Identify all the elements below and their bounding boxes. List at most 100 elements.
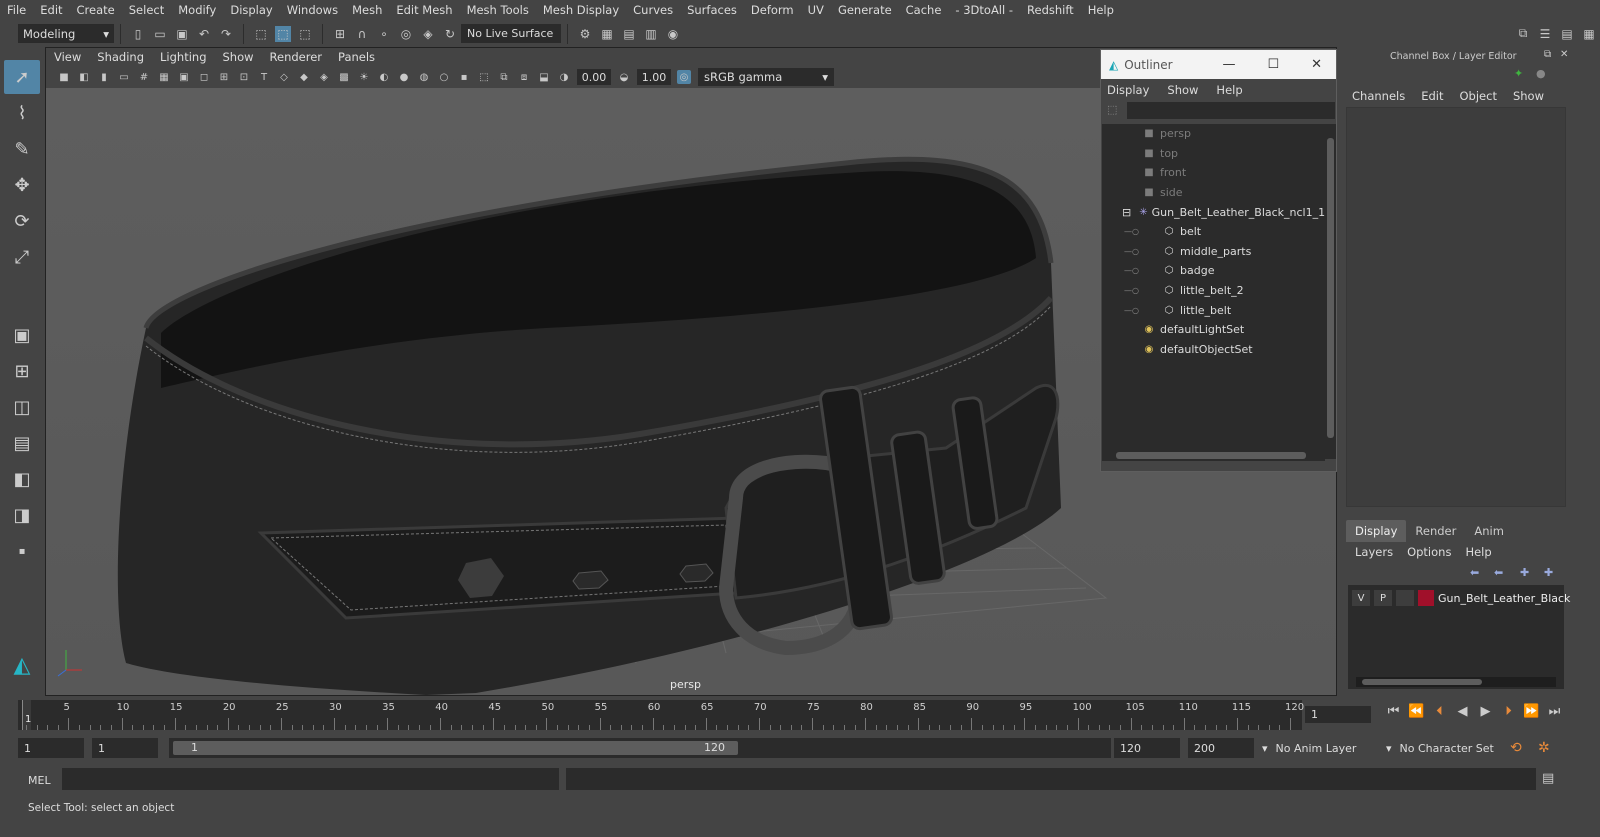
step-back-frame-icon[interactable]: ⏴: [1428, 704, 1451, 719]
rotate-tool-icon[interactable]: ⟳: [4, 204, 40, 238]
menu-mesh[interactable]: Mesh: [345, 3, 389, 17]
mode-selector[interactable]: Modeling ▾: [18, 24, 114, 43]
step-forward-frame-icon[interactable]: ⏵: [1497, 704, 1520, 719]
four-view-icon[interactable]: ⊞: [4, 354, 40, 388]
channel-key-icon[interactable]: ✦: [1514, 67, 1523, 80]
viewport-menu-show[interactable]: Show: [215, 50, 262, 64]
safe-title-icon[interactable]: T: [257, 70, 271, 84]
redo-icon[interactable]: ↷: [218, 26, 234, 42]
collapse-icon[interactable]: ⊟: [1122, 206, 1131, 219]
outliner-item[interactable]: —○ ⬡ belt: [1102, 222, 1325, 242]
menu-curves[interactable]: Curves: [626, 3, 680, 17]
select-object-icon[interactable]: ⬚: [275, 25, 291, 42]
layer-display-type[interactable]: [1396, 590, 1414, 606]
exposure-field[interactable]: 0.00: [577, 69, 611, 85]
outliner-item[interactable]: —○ ⬡ little_belt_2: [1102, 281, 1325, 301]
menu-select[interactable]: Select: [122, 3, 171, 17]
smooth-shade-icon[interactable]: ◆: [297, 70, 311, 84]
undo-icon[interactable]: ↶: [196, 26, 212, 42]
close-panel-icon[interactable]: ✕: [1560, 49, 1568, 60]
outliner-horizontal-scrollbar[interactable]: [1102, 450, 1325, 461]
move-tool-icon[interactable]: ✥: [4, 168, 40, 202]
hypershade-icon[interactable]: ◉: [665, 26, 681, 42]
menu-mesh-display[interactable]: Mesh Display: [536, 3, 626, 17]
isolate-select-icon[interactable]: ⬚: [477, 70, 491, 84]
menu-display[interactable]: Display: [223, 3, 279, 17]
scale-tool-icon[interactable]: ⤢: [4, 240, 40, 274]
more-layouts-icon[interactable]: ▪: [4, 534, 40, 568]
menu-file[interactable]: File: [0, 3, 33, 17]
range-slider-handle[interactable]: [173, 741, 738, 755]
menu-3dtoall[interactable]: - 3DtoAll -: [948, 3, 1020, 17]
select-component-icon[interactable]: ⬚: [297, 26, 313, 42]
render-frame-icon[interactable]: ▦: [599, 26, 615, 42]
outliner-item[interactable]: ■ side: [1102, 183, 1325, 203]
live-surface-field[interactable]: No Live Surface: [461, 24, 561, 43]
motion-blur-icon[interactable]: ◍: [417, 70, 431, 84]
menu-generate[interactable]: Generate: [831, 3, 899, 17]
auto-key-icon[interactable]: ⟲: [1510, 740, 1522, 756]
menu-help[interactable]: Help: [1081, 3, 1121, 17]
anim-layer-selector[interactable]: ▾ No Anim Layer: [1262, 738, 1380, 758]
hypershade-view-icon[interactable]: ◨: [4, 498, 40, 532]
bookmark-icon[interactable]: ▮: [97, 70, 111, 84]
outliner-menu-show[interactable]: Show: [1167, 83, 1206, 97]
view-transform-selector[interactable]: sRGB gamma ▾: [698, 68, 834, 86]
outliner-item[interactable]: —○ ⬡ middle_parts: [1102, 242, 1325, 262]
xray-active-icon[interactable]: ⬓: [537, 70, 551, 84]
channel-menu-edit[interactable]: Edit: [1421, 89, 1443, 103]
menu-uv[interactable]: UV: [801, 3, 831, 17]
outliner-item[interactable]: ◉ defaultObjectSet: [1102, 340, 1325, 360]
tab-anim[interactable]: Anim: [1465, 520, 1513, 542]
menu-surfaces[interactable]: Surfaces: [680, 3, 744, 17]
minimize-icon[interactable]: —: [1222, 57, 1235, 72]
move-layer-up-icon[interactable]: ⬅: [1470, 566, 1479, 579]
save-scene-icon[interactable]: ▣: [174, 26, 190, 42]
step-forward-key-icon[interactable]: ⏩: [1520, 704, 1543, 719]
camera-select-icon[interactable]: ■: [57, 70, 71, 84]
menu-redshift[interactable]: Redshift: [1020, 3, 1081, 17]
new-scene-icon[interactable]: ▯: [130, 26, 146, 42]
outliner-item[interactable]: ⊟ ✳ Gun_Belt_Leather_Black_ncl1_1: [1102, 202, 1325, 222]
character-set-selector[interactable]: ▾ No Character Set: [1386, 738, 1504, 758]
ambient-occlusion-icon[interactable]: ●: [397, 70, 411, 84]
menu-edit-mesh[interactable]: Edit Mesh: [389, 3, 459, 17]
channel-menu-object[interactable]: Object: [1460, 89, 1497, 103]
viewport-menu-renderer[interactable]: Renderer: [262, 50, 331, 64]
depth-of-field-icon[interactable]: ▪: [457, 70, 471, 84]
safe-action-icon[interactable]: ⊡: [237, 70, 251, 84]
snap-live-icon[interactable]: ↻: [442, 26, 458, 42]
outliner-view-icon[interactable]: ▤: [4, 426, 40, 460]
outliner-item[interactable]: —○ ⬡ badge: [1102, 261, 1325, 281]
play-forwards-icon[interactable]: ▶: [1474, 704, 1497, 719]
field-chart-icon[interactable]: ⊞: [217, 70, 231, 84]
resolution-gate-icon[interactable]: ▣: [177, 70, 191, 84]
playback-end-field[interactable]: 120: [1114, 738, 1180, 758]
layer-menu-help[interactable]: Help: [1465, 545, 1491, 559]
channel-box-toggle-icon[interactable]: ▤: [1559, 26, 1575, 42]
outliner-item[interactable]: ■ persp: [1102, 124, 1325, 144]
lasso-tool-icon[interactable]: ⌇: [4, 96, 40, 130]
layer-visibility-toggle[interactable]: V: [1352, 590, 1370, 606]
viewport-menu-shading[interactable]: Shading: [89, 50, 152, 64]
tab-render[interactable]: Render: [1406, 520, 1465, 542]
graph-view-icon[interactable]: ◧: [4, 462, 40, 496]
snap-surface-icon[interactable]: ◈: [420, 26, 436, 42]
menu-create[interactable]: Create: [70, 3, 122, 17]
layer-hscroll[interactable]: [1356, 677, 1556, 687]
exposure-icon[interactable]: ◑: [557, 70, 571, 84]
gamma-field[interactable]: 1.00: [637, 69, 671, 85]
wireframe-icon[interactable]: ◇: [277, 70, 291, 84]
textured-icon[interactable]: ▩: [337, 70, 351, 84]
mel-label[interactable]: MEL: [28, 774, 51, 787]
menu-modify[interactable]: Modify: [171, 3, 223, 17]
shadows-icon[interactable]: ◐: [377, 70, 391, 84]
layer-menu-layers[interactable]: Layers: [1355, 545, 1393, 559]
render-settings-icon[interactable]: ⚙: [577, 26, 593, 42]
filter-icon[interactable]: ⬚: [1107, 103, 1117, 116]
outliner-item[interactable]: ◉ defaultLightSet: [1102, 320, 1325, 340]
layer-name[interactable]: Gun_Belt_Leather_Black: [1438, 592, 1570, 605]
select-tool-icon[interactable]: ➚: [4, 60, 40, 94]
xray-joints-icon[interactable]: ⧈: [517, 70, 531, 84]
snap-view-icon[interactable]: ◎: [398, 26, 414, 42]
